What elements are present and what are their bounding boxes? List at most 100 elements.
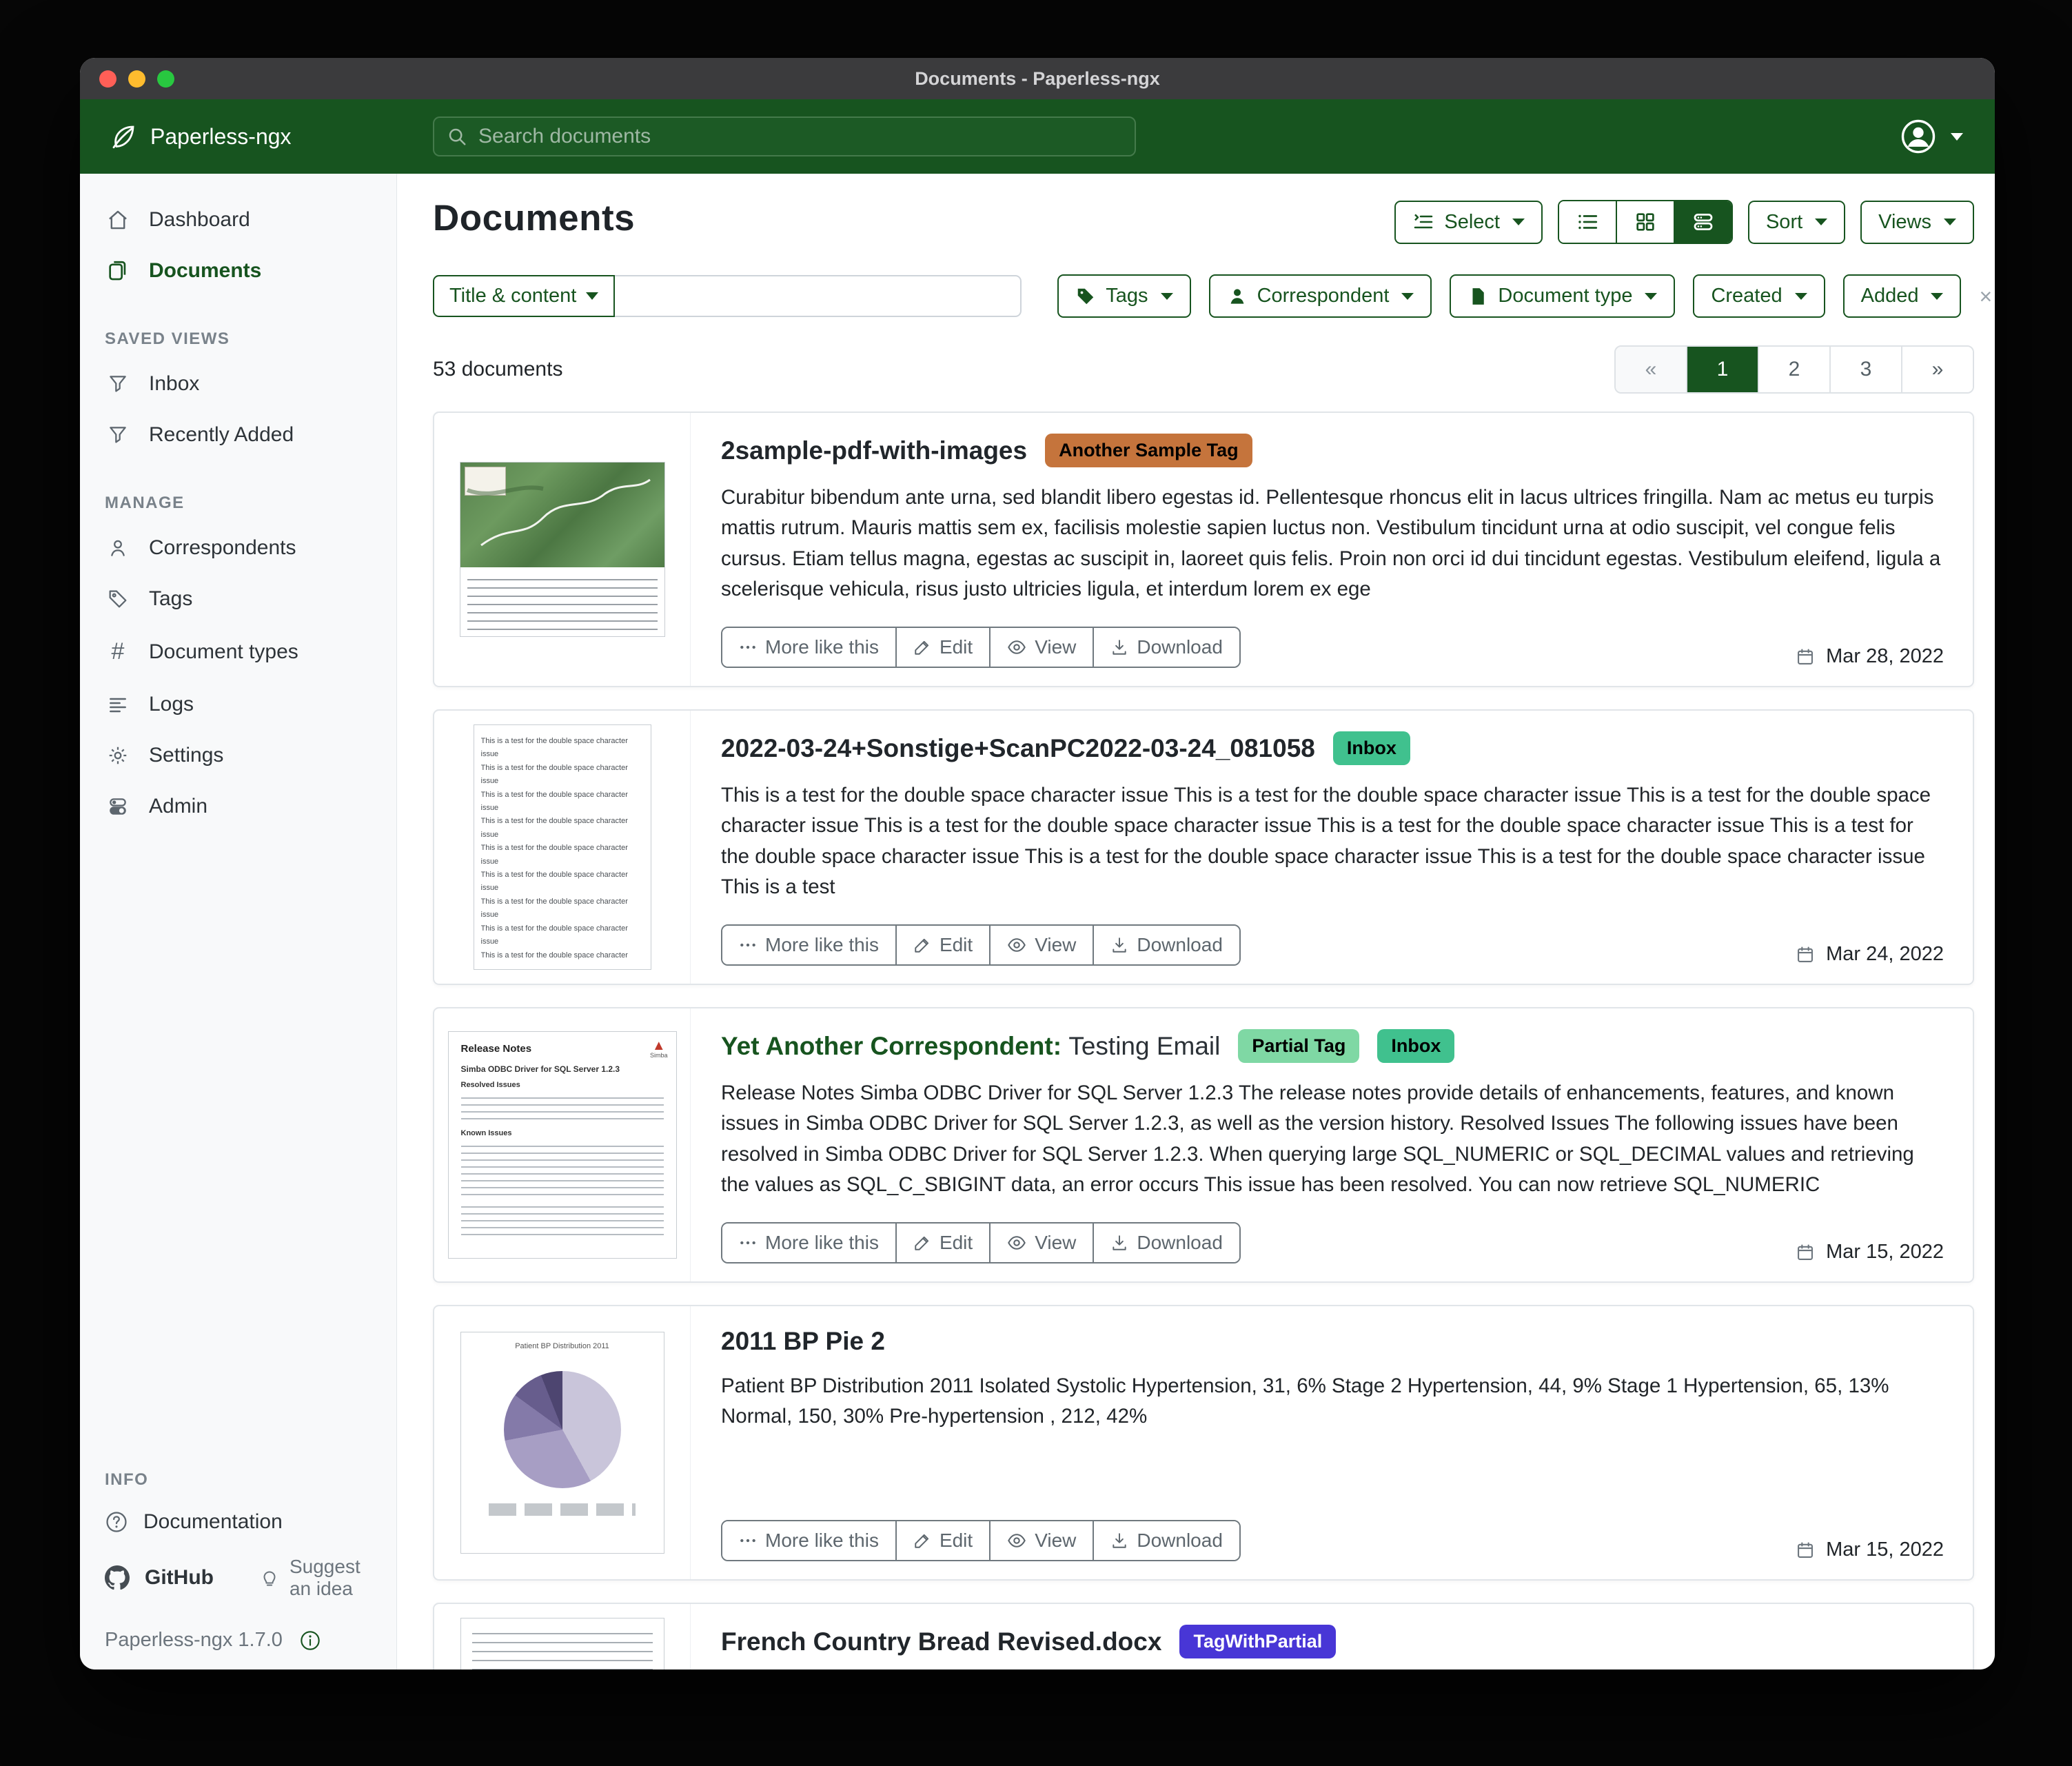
document-thumbnail[interactable] <box>459 462 665 637</box>
close-button[interactable] <box>99 70 116 88</box>
document-thumbnail[interactable]: Patient BP Distribution 2011 <box>460 1332 664 1554</box>
download-button[interactable]: Download <box>1093 926 1239 964</box>
more-like-this-button[interactable]: More like this <box>722 1224 895 1262</box>
pagination-prev[interactable]: « <box>1616 347 1686 392</box>
tag[interactable]: TagWithPartial <box>1179 1625 1337 1658</box>
more-like-this-button[interactable]: More like this <box>722 1521 895 1560</box>
document-title[interactable]: 2011 BP Pie 2 <box>721 1327 885 1356</box>
sidebar-item-inbox[interactable]: Inbox <box>80 358 396 409</box>
calendar-icon <box>1796 1541 1815 1560</box>
sidebar-item-documents[interactable]: Documents <box>80 245 396 296</box>
created-filter-button[interactable]: Created <box>1693 274 1825 318</box>
download-icon <box>1110 1234 1128 1252</box>
more-like-this-button[interactable]: More like this <box>722 628 895 667</box>
download-button[interactable]: Download <box>1093 1521 1239 1560</box>
select-label: Select <box>1444 210 1500 233</box>
grid-view-button[interactable] <box>1615 201 1674 243</box>
reset-filters-button[interactable]: × Reset filters <box>1979 285 1995 308</box>
minimize-button[interactable] <box>128 70 145 88</box>
brand-logo[interactable]: Paperless-ngx <box>109 122 292 151</box>
sidebar-item-logs[interactable]: Logs <box>80 679 396 730</box>
sidebar-item-settings[interactable]: Settings <box>80 730 396 781</box>
funnel-icon <box>105 373 131 395</box>
suggest-idea-link[interactable]: Suggest an idea <box>259 1556 372 1600</box>
pie-chart-thumbnail <box>503 1371 621 1488</box>
tag[interactable]: Inbox <box>1377 1029 1455 1063</box>
card-actions: More like this Edit View Download <box>721 924 1241 966</box>
view-button[interactable]: View <box>989 628 1093 667</box>
tag[interactable]: Inbox <box>1332 731 1410 765</box>
download-button[interactable]: Download <box>1093 1224 1239 1262</box>
download-button[interactable]: Download <box>1093 628 1239 667</box>
document-list: 2sample-pdf-with-images Another Sample T… <box>433 412 1974 1669</box>
sidebar-item-correspondents[interactable]: Correspondents <box>80 522 396 574</box>
info-circle-icon[interactable] <box>299 1630 321 1652</box>
user-menu[interactable] <box>1900 99 1963 174</box>
search-field-dropdown[interactable]: Title & content <box>433 275 616 317</box>
version-label: Paperless-ngx 1.7.0 <box>105 1629 283 1651</box>
eye-icon <box>1007 1531 1026 1550</box>
eye-icon <box>1007 1233 1026 1252</box>
edit-button[interactable]: Edit <box>895 1521 990 1560</box>
tag[interactable]: Another Sample Tag <box>1045 434 1252 467</box>
select-button[interactable]: Select <box>1394 200 1543 244</box>
more-like-this-button[interactable]: More like this <box>722 926 895 964</box>
document-title[interactable]: 2sample-pdf-with-images <box>721 436 1027 465</box>
search-field-group: Title & content <box>433 275 1022 317</box>
correspondent-link[interactable]: Yet Another Correspondent <box>721 1032 1053 1060</box>
ellipsis-icon <box>739 936 757 954</box>
sidebar-item-tags[interactable]: Tags <box>80 574 396 625</box>
view-button[interactable]: View <box>989 1224 1093 1262</box>
document-thumbnail[interactable]: This is a test for the double space char… <box>473 724 651 970</box>
document-date: Mar 28, 2022 <box>1796 645 1944 668</box>
added-filter-button[interactable]: Added <box>1842 274 1962 318</box>
detail-view-button[interactable] <box>1673 201 1731 243</box>
search-input[interactable] <box>477 124 1122 149</box>
pagination-page-1[interactable]: 1 <box>1686 347 1758 392</box>
sidebar-item-label: Tags <box>149 587 193 610</box>
pagination-page-3[interactable]: 3 <box>1829 347 1901 392</box>
close-icon: × <box>1979 283 1993 309</box>
pagination-next[interactable]: » <box>1901 347 1973 392</box>
sidebar-item-label: Admin <box>149 795 208 818</box>
sidebar-item-label: Recently Added <box>149 423 294 446</box>
sidebar-item-dashboard[interactable]: Dashboard <box>80 194 396 245</box>
sidebar-item-document-types[interactable]: # Document types <box>80 625 396 679</box>
edit-button[interactable]: Edit <box>895 628 990 667</box>
map-thumbnail-image <box>460 463 664 567</box>
thumbnail-text: Release Notes <box>460 1043 532 1055</box>
sidebar-item-recently-added[interactable]: Recently Added <box>80 409 396 460</box>
zoom-button[interactable] <box>157 70 174 88</box>
file-filled-icon <box>1467 286 1488 307</box>
window-title: Documents - Paperless-ngx <box>915 68 1160 89</box>
doctype-filter-button[interactable]: Document type <box>1450 274 1676 318</box>
view-button[interactable]: View <box>989 926 1093 964</box>
correspondent-filter-label: Correspondent <box>1257 285 1390 307</box>
global-search[interactable] <box>433 116 1136 156</box>
filter-query-input[interactable] <box>615 275 1022 317</box>
text-lines-icon <box>105 693 131 715</box>
github-link[interactable]: GitHub <box>105 1565 214 1590</box>
document-title[interactable]: Yet Another Correspondent: Testing Email <box>721 1032 1220 1061</box>
sidebar-item-label: Logs <box>149 693 194 715</box>
pagination-page-2[interactable]: 2 <box>1758 347 1829 392</box>
table-view-button[interactable] <box>1558 201 1616 243</box>
document-title[interactable]: 2022-03-24+Sonstige+ScanPC2022-03-24_081… <box>721 734 1315 763</box>
sort-button[interactable]: Sort <box>1747 200 1846 244</box>
edit-button[interactable]: Edit <box>895 1224 990 1262</box>
view-button[interactable]: View <box>989 1521 1093 1560</box>
sidebar-section-manage: MANAGE <box>105 494 185 512</box>
document-thumbnail[interactable] <box>460 1618 664 1669</box>
download-icon <box>1110 1532 1128 1550</box>
views-button[interactable]: Views <box>1860 200 1974 244</box>
correspondent-filter-button[interactable]: Correspondent <box>1208 274 1432 318</box>
documentation-link[interactable]: Documentation <box>105 1510 283 1534</box>
tag[interactable]: Partial Tag <box>1238 1029 1360 1063</box>
tags-filter-button[interactable]: Tags <box>1057 274 1191 318</box>
edit-button[interactable]: Edit <box>895 926 990 964</box>
document-thumbnail[interactable]: ▲ Simba Release Notes Simba ODBC Driver f… <box>447 1031 677 1259</box>
simba-logo: ▲ Simba <box>649 1038 668 1059</box>
document-date: Mar 15, 2022 <box>1796 1241 1944 1263</box>
document-title[interactable]: French Country Bread Revised.docx <box>721 1627 1161 1656</box>
sidebar-item-admin[interactable]: Admin <box>80 781 396 832</box>
